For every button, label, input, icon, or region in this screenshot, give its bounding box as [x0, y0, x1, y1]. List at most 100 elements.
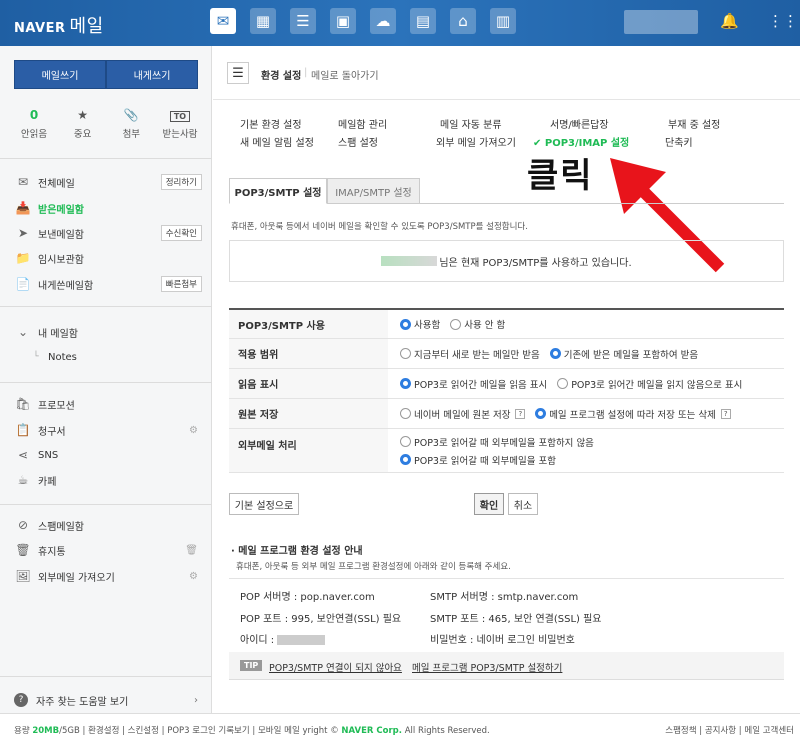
pop3-connection-help-link[interactable]: POP3/SMTP 연결이 되지 않아요: [269, 660, 402, 674]
folder-drafts[interactable]: 📁 임시보관함: [14, 248, 202, 268]
settings-pop3-imap-link[interactable]: ✔ POP3/IMAP 설정: [533, 134, 629, 149]
settings-shortcuts-link[interactable]: 단축키: [665, 134, 693, 149]
radio-option[interactable]: 기존에 받은 메일을 포함하여 받음: [549, 347, 698, 361]
trash-icon: 🗑: [15, 543, 31, 557]
memo-service-icon[interactable]: ▤: [410, 8, 436, 34]
unread-filter[interactable]: 0 안읽음: [14, 108, 54, 140]
folder-notes[interactable]: └ Notes: [30, 347, 218, 367]
footer-right-links[interactable]: 스팸정책 | 공지사항 | 메일 고객센터: [665, 724, 794, 736]
important-filter[interactable]: ★ 중요: [63, 108, 103, 140]
radio-selected[interactable]: [549, 348, 561, 359]
settings-spam-link[interactable]: 스팸 설정: [338, 134, 378, 149]
pop3-setup-guide-link[interactable]: 메일 프로그램 POP3/SMTP 설정하기: [412, 660, 562, 674]
attachment-filter[interactable]: 📎 첨부: [111, 108, 151, 140]
top-navigation-bar: NAVER 메일 ✉ ▦ ☰ ▣ ☁ ▤ ⌂ ▥ 🔔 ⋮⋮: [0, 0, 800, 46]
radio-selected[interactable]: [400, 454, 411, 465]
radio-option[interactable]: POP3로 읽어갈 때 외부메일을 포함하지 않음: [400, 435, 594, 449]
user-avatar-blurred[interactable]: [624, 10, 698, 34]
my-mailbox-toggle[interactable]: ⌄ 내 메일함: [14, 322, 202, 342]
radio-selected[interactable]: [400, 318, 411, 330]
radio-option[interactable]: 네이버 메일에 원본 저장?: [400, 407, 526, 421]
folder-inbox[interactable]: 📥 받은메일함: [14, 198, 202, 218]
option-label: 네이버 메일에 원본 저장: [414, 409, 511, 421]
page-title: 환경 설정: [261, 71, 302, 82]
radio-unselected[interactable]: [400, 408, 411, 419]
back-to-mail-link[interactable]: 메일로 돌아가기: [311, 67, 379, 82]
radio-option[interactable]: 지금부터 새로 받는 메일만 받음: [400, 347, 540, 361]
help-link[interactable]: ? 자주 찾는 도움말 보기 ›: [14, 690, 202, 710]
divider: [0, 158, 212, 159]
confirm-button[interactable]: 확인: [474, 493, 504, 515]
read-receipt-button[interactable]: 수신확인: [160, 225, 202, 241]
attachment-label: 첨부: [122, 129, 141, 140]
calendar-service-icon[interactable]: ▦: [250, 8, 276, 34]
radio-option[interactable]: 사용함: [400, 317, 440, 331]
radio-option[interactable]: 사용 안 함: [450, 317, 505, 331]
address-book-icon[interactable]: ▣: [330, 8, 356, 34]
radio-selected[interactable]: [400, 378, 411, 389]
settings-general-link[interactable]: 기본 환경 설정: [240, 116, 302, 131]
settings-signature-link[interactable]: 서명/빠른답장: [550, 116, 609, 131]
app-grid-icon[interactable]: ⋮⋮: [768, 12, 798, 30]
recipient-filter[interactable]: TO 받는사람: [160, 108, 200, 140]
help-icon[interactable]: ?: [515, 408, 526, 419]
table-row: 외부메일 처리 POP3로 읽어갈 때 외부메일을 포함하지 않음 POP3로 읽…: [229, 429, 784, 473]
menu-icon[interactable]: ☰: [227, 62, 249, 84]
radio-unselected[interactable]: [400, 348, 411, 359]
settings-external-link[interactable]: 외부 메일 가져오기: [436, 134, 516, 149]
reset-defaults-button[interactable]: 기본 설정으로: [229, 493, 299, 515]
naver-corp-link[interactable]: NAVER Corp.: [341, 726, 402, 736]
settings-mailbox-link[interactable]: 메일함 관리: [338, 116, 387, 131]
radio-option[interactable]: POP3로 읽어갈 때 외부메일을 포함: [400, 453, 556, 467]
radio-unselected[interactable]: [557, 378, 569, 389]
write-to-me-button[interactable]: 내게쓰기: [106, 60, 198, 89]
settings-auto-sort-link[interactable]: 메일 자동 분류: [440, 116, 502, 131]
gear-icon[interactable]: ⚙: [189, 571, 198, 582]
chevron-down-icon: ⌄: [17, 325, 29, 339]
home-service-icon[interactable]: ⌂: [450, 8, 476, 34]
help-icon[interactable]: ?: [720, 408, 731, 419]
folder-promotion[interactable]: 🛍 프로모션: [14, 394, 202, 414]
radio-option[interactable]: 메일 프로그램 설정에 따라 저장 또는 삭제?: [535, 407, 731, 421]
contacts-service-icon[interactable]: ☰: [290, 8, 316, 34]
naver-mail-logo[interactable]: NAVER 메일: [14, 12, 104, 38]
footer-links[interactable]: 환경설정 | 스킨설정 | POP3 로그인 기록보기 | 모바일 메일: [88, 726, 300, 736]
cloud-service-icon[interactable]: ☁: [370, 8, 396, 34]
radio-unselected[interactable]: [450, 318, 462, 330]
settings-away-link[interactable]: 부재 중 설정: [668, 116, 720, 131]
radio-option[interactable]: POP3로 읽어간 메일을 읽지 않음으로 표시: [557, 377, 742, 391]
radio-option[interactable]: POP3로 읽어간 메일을 읽음 표시: [400, 377, 547, 391]
folder-sns[interactable]: ⋖ SNS: [14, 445, 202, 465]
folder-label: 보낸메일함: [38, 229, 84, 241]
server-info-box: POP 서버명 : pop.naver.com SMTP 서버명 : smtp.…: [229, 578, 784, 652]
folder-external-mail[interactable]: 🖼 외부메일 가져오기 ⚙: [14, 566, 202, 586]
recipient-label: 받는사람: [162, 129, 198, 140]
folder-trash[interactable]: 🗑 휴지통 🗑: [14, 540, 202, 560]
organize-button[interactable]: 정리하기: [160, 174, 202, 190]
folder-cafe[interactable]: ☕ 카페: [14, 470, 202, 490]
option-label: POP3로 읽어갈 때 외부메일을 포함하지 않음: [414, 437, 594, 449]
more-service-icon[interactable]: ▥: [490, 8, 516, 34]
gear-icon[interactable]: ⚙: [189, 425, 198, 436]
cancel-button[interactable]: 취소: [508, 493, 538, 515]
radio-selected[interactable]: [535, 408, 547, 419]
folder-all-mail[interactable]: ✉ 전체메일 정리하기: [14, 172, 202, 192]
divider: [0, 382, 212, 383]
status-box: 님은 현재 POP3/SMTP를 사용하고 있습니다.: [229, 240, 784, 282]
folder-bills[interactable]: 📋 청구서 ⚙: [14, 420, 202, 440]
mail-service-icon[interactable]: ✉: [210, 8, 236, 34]
tab-pop3-smtp[interactable]: POP3/SMTP 설정: [229, 178, 327, 204]
folder-spam[interactable]: ⊘ 스팸메일함: [14, 515, 202, 535]
divider: [0, 306, 212, 307]
notification-bell-icon[interactable]: 🔔: [720, 12, 739, 30]
write-mail-button[interactable]: 메일쓰기: [14, 60, 106, 89]
quick-attach-button[interactable]: 빠른첨부: [160, 276, 202, 292]
radio-unselected[interactable]: [400, 436, 411, 447]
settings-notification-link[interactable]: 새 메일 알림 설정: [240, 134, 314, 149]
table-row: 적용 범위 지금부터 새로 받는 메일만 받음 기존에 받은 메일을 포함하여 받…: [229, 339, 784, 369]
row-header: 읽음 표시: [229, 369, 388, 398]
folder-to-me[interactable]: 📄 내게쓴메일함 빠른첨부: [14, 274, 202, 294]
tab-imap-smtp[interactable]: IMAP/SMTP 설정: [327, 178, 420, 204]
folder-sent[interactable]: ➤ 보낸메일함 수신확인: [14, 223, 202, 243]
empty-trash-icon[interactable]: 🗑: [185, 545, 198, 556]
